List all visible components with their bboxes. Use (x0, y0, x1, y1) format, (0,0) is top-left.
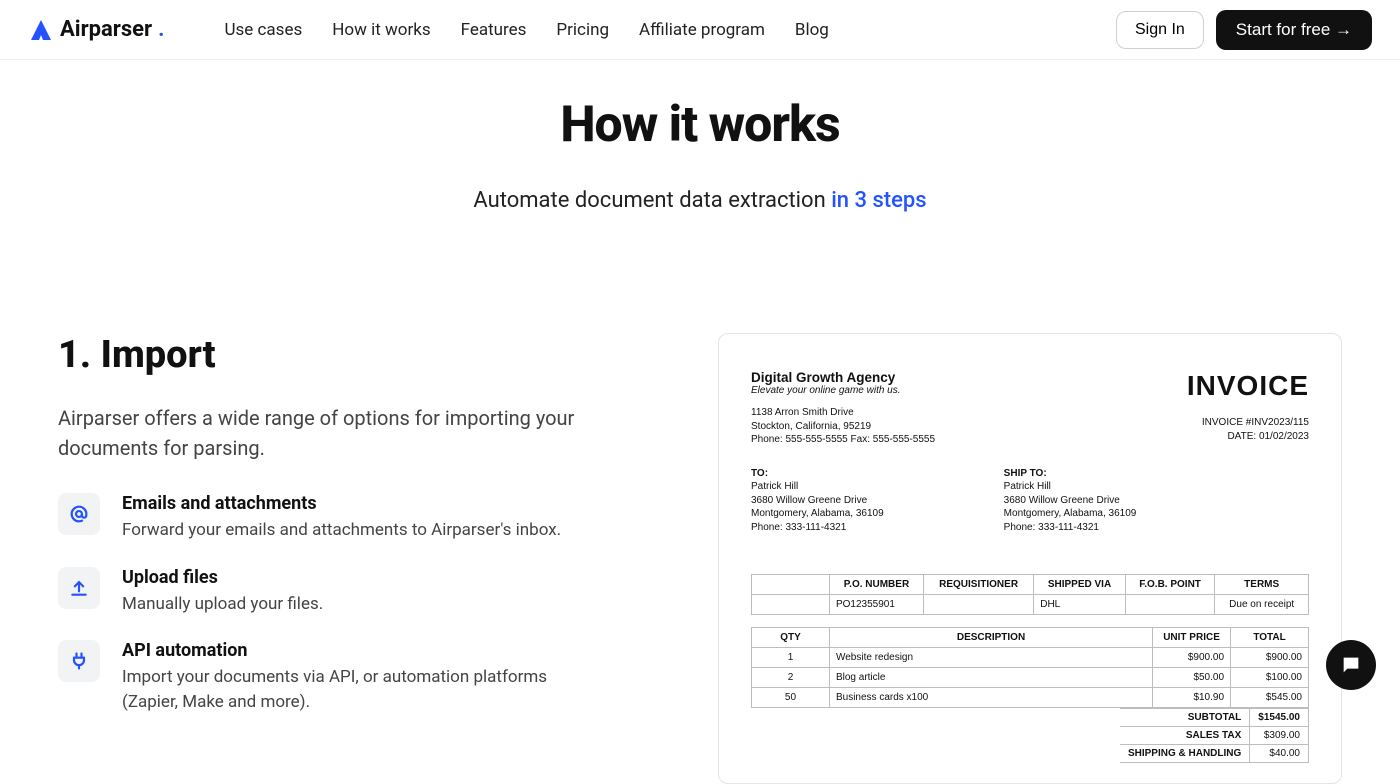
plug-icon (58, 640, 100, 682)
ship-phone: Phone: 333-111-4321 (1004, 521, 1137, 535)
invoice-totals: SUBTOTAL$1545.00 SALES TAX$309.00 SHIPPI… (1120, 708, 1309, 763)
section-heading: 1. Import (58, 333, 678, 377)
invoice-addr2: Stockton, California, 95219 (751, 420, 935, 434)
nav-how-it-works[interactable]: How it works (332, 20, 430, 40)
nav-use-cases[interactable]: Use cases (225, 20, 303, 40)
upload-icon (58, 567, 100, 609)
feature-desc: Import your documents via API, or automa… (122, 665, 602, 714)
line-item: 50 Business cards x100 $10.90 $545.00 (752, 688, 1309, 708)
invoice-company: Digital Growth Agency (751, 370, 935, 385)
th-req: REQUISITIONER (923, 575, 1033, 595)
subtitle-pre: Automate document data extraction (473, 188, 831, 213)
invoice-title: INVOICE (1187, 370, 1309, 402)
signin-button[interactable]: Sign In (1116, 11, 1204, 49)
page-title: How it works (0, 96, 1400, 154)
td-ship: DHL (1034, 595, 1126, 615)
invoice-date: DATE: 01/02/2023 (1187, 430, 1309, 444)
to-addr2: Montgomery, Alabama, 36109 (751, 507, 884, 521)
th-po: P.O. NUMBER (829, 575, 923, 595)
feature-api: API automation Import your documents via… (58, 640, 678, 714)
invoice-card: Digital Growth Agency Elevate your onlin… (718, 333, 1342, 784)
chat-button[interactable] (1326, 640, 1376, 690)
import-copy: 1. Import Airparser offers a wide range … (58, 333, 678, 784)
th-fob: F.O.B. POINT (1125, 575, 1215, 595)
th-ship: SHIPPED VIA (1034, 575, 1126, 595)
feature-desc: Manually upload your files. (122, 592, 323, 617)
to-addr1: 3680 Willow Greene Drive (751, 494, 884, 508)
invoice-tagline: Elevate your online game with us. (751, 385, 935, 396)
invoice-number: INVOICE #INV2023/115 (1187, 416, 1309, 430)
primary-nav: Use cases How it works Features Pricing … (225, 20, 829, 40)
subtitle-emphasis: in 3 steps (831, 188, 926, 213)
nav-affiliate[interactable]: Affiliate program (639, 20, 765, 40)
start-free-button[interactable]: Start for free → (1216, 10, 1372, 50)
at-icon (58, 493, 100, 535)
ship-label: SHIP TO: (1004, 467, 1137, 481)
td-po: PO12355901 (829, 595, 923, 615)
page-subtitle: Automate document data extraction in 3 s… (0, 188, 1400, 213)
brand-logo[interactable]: Airparser. (28, 17, 165, 42)
th-desc: DESCRIPTION (829, 628, 1152, 648)
site-header: Airparser. Use cases How it works Featur… (0, 0, 1400, 60)
feature-emails: Emails and attachments Forward your emai… (58, 493, 678, 543)
nav-features[interactable]: Features (461, 20, 527, 40)
import-section: 1. Import Airparser offers a wide range … (0, 213, 1400, 784)
invoice-addr1: 1138 Arron Smith Drive (751, 406, 935, 420)
th-qty: QTY (752, 628, 830, 648)
th-terms: TERMS (1215, 575, 1309, 595)
invoice-line-table: QTY DESCRIPTION UNIT PRICE TOTAL 1 Websi… (751, 627, 1309, 708)
ship-name: Patrick Hill (1004, 480, 1137, 494)
brand-dot: . (158, 17, 164, 42)
to-label: TO: (751, 467, 884, 481)
td-req (923, 595, 1033, 615)
line-item: 1 Website redesign $900.00 $900.00 (752, 648, 1309, 668)
th-total: TOTAL (1231, 628, 1309, 648)
td-fob (1125, 595, 1215, 615)
line-item: 2 Blog article $50.00 $100.00 (752, 668, 1309, 688)
invoice-illustration: Digital Growth Agency Elevate your onlin… (718, 333, 1342, 784)
feature-title: API automation (122, 640, 602, 661)
ship-addr1: 3680 Willow Greene Drive (1004, 494, 1137, 508)
feature-upload: Upload files Manually upload your files. (58, 567, 678, 617)
section-description: Airparser offers a wide range of options… (58, 403, 598, 463)
feature-title: Upload files (122, 567, 323, 588)
nav-blog[interactable]: Blog (795, 20, 829, 40)
invoice-po-table: P.O. NUMBER REQUISITIONER SHIPPED VIA F.… (751, 574, 1309, 615)
brand-name: Airparser (60, 17, 152, 42)
td-terms: Due on receipt (1215, 595, 1309, 615)
nav-pricing[interactable]: Pricing (556, 20, 609, 40)
header-actions: Sign In Start for free → (1116, 10, 1372, 50)
invoice-phone: Phone: 555-555-5555 Fax: 555-555-5555 (751, 433, 935, 447)
chat-icon (1340, 654, 1362, 676)
feature-desc: Forward your emails and attachments to A… (122, 518, 561, 543)
ship-addr2: Montgomery, Alabama, 36109 (1004, 507, 1137, 521)
th-unit: UNIT PRICE (1153, 628, 1231, 648)
to-name: Patrick Hill (751, 480, 884, 494)
feature-title: Emails and attachments (122, 493, 561, 514)
to-phone: Phone: 333-111-4321 (751, 521, 884, 535)
hero-section: How it works Automate document data extr… (0, 60, 1400, 213)
brand-mark-icon (28, 18, 54, 42)
